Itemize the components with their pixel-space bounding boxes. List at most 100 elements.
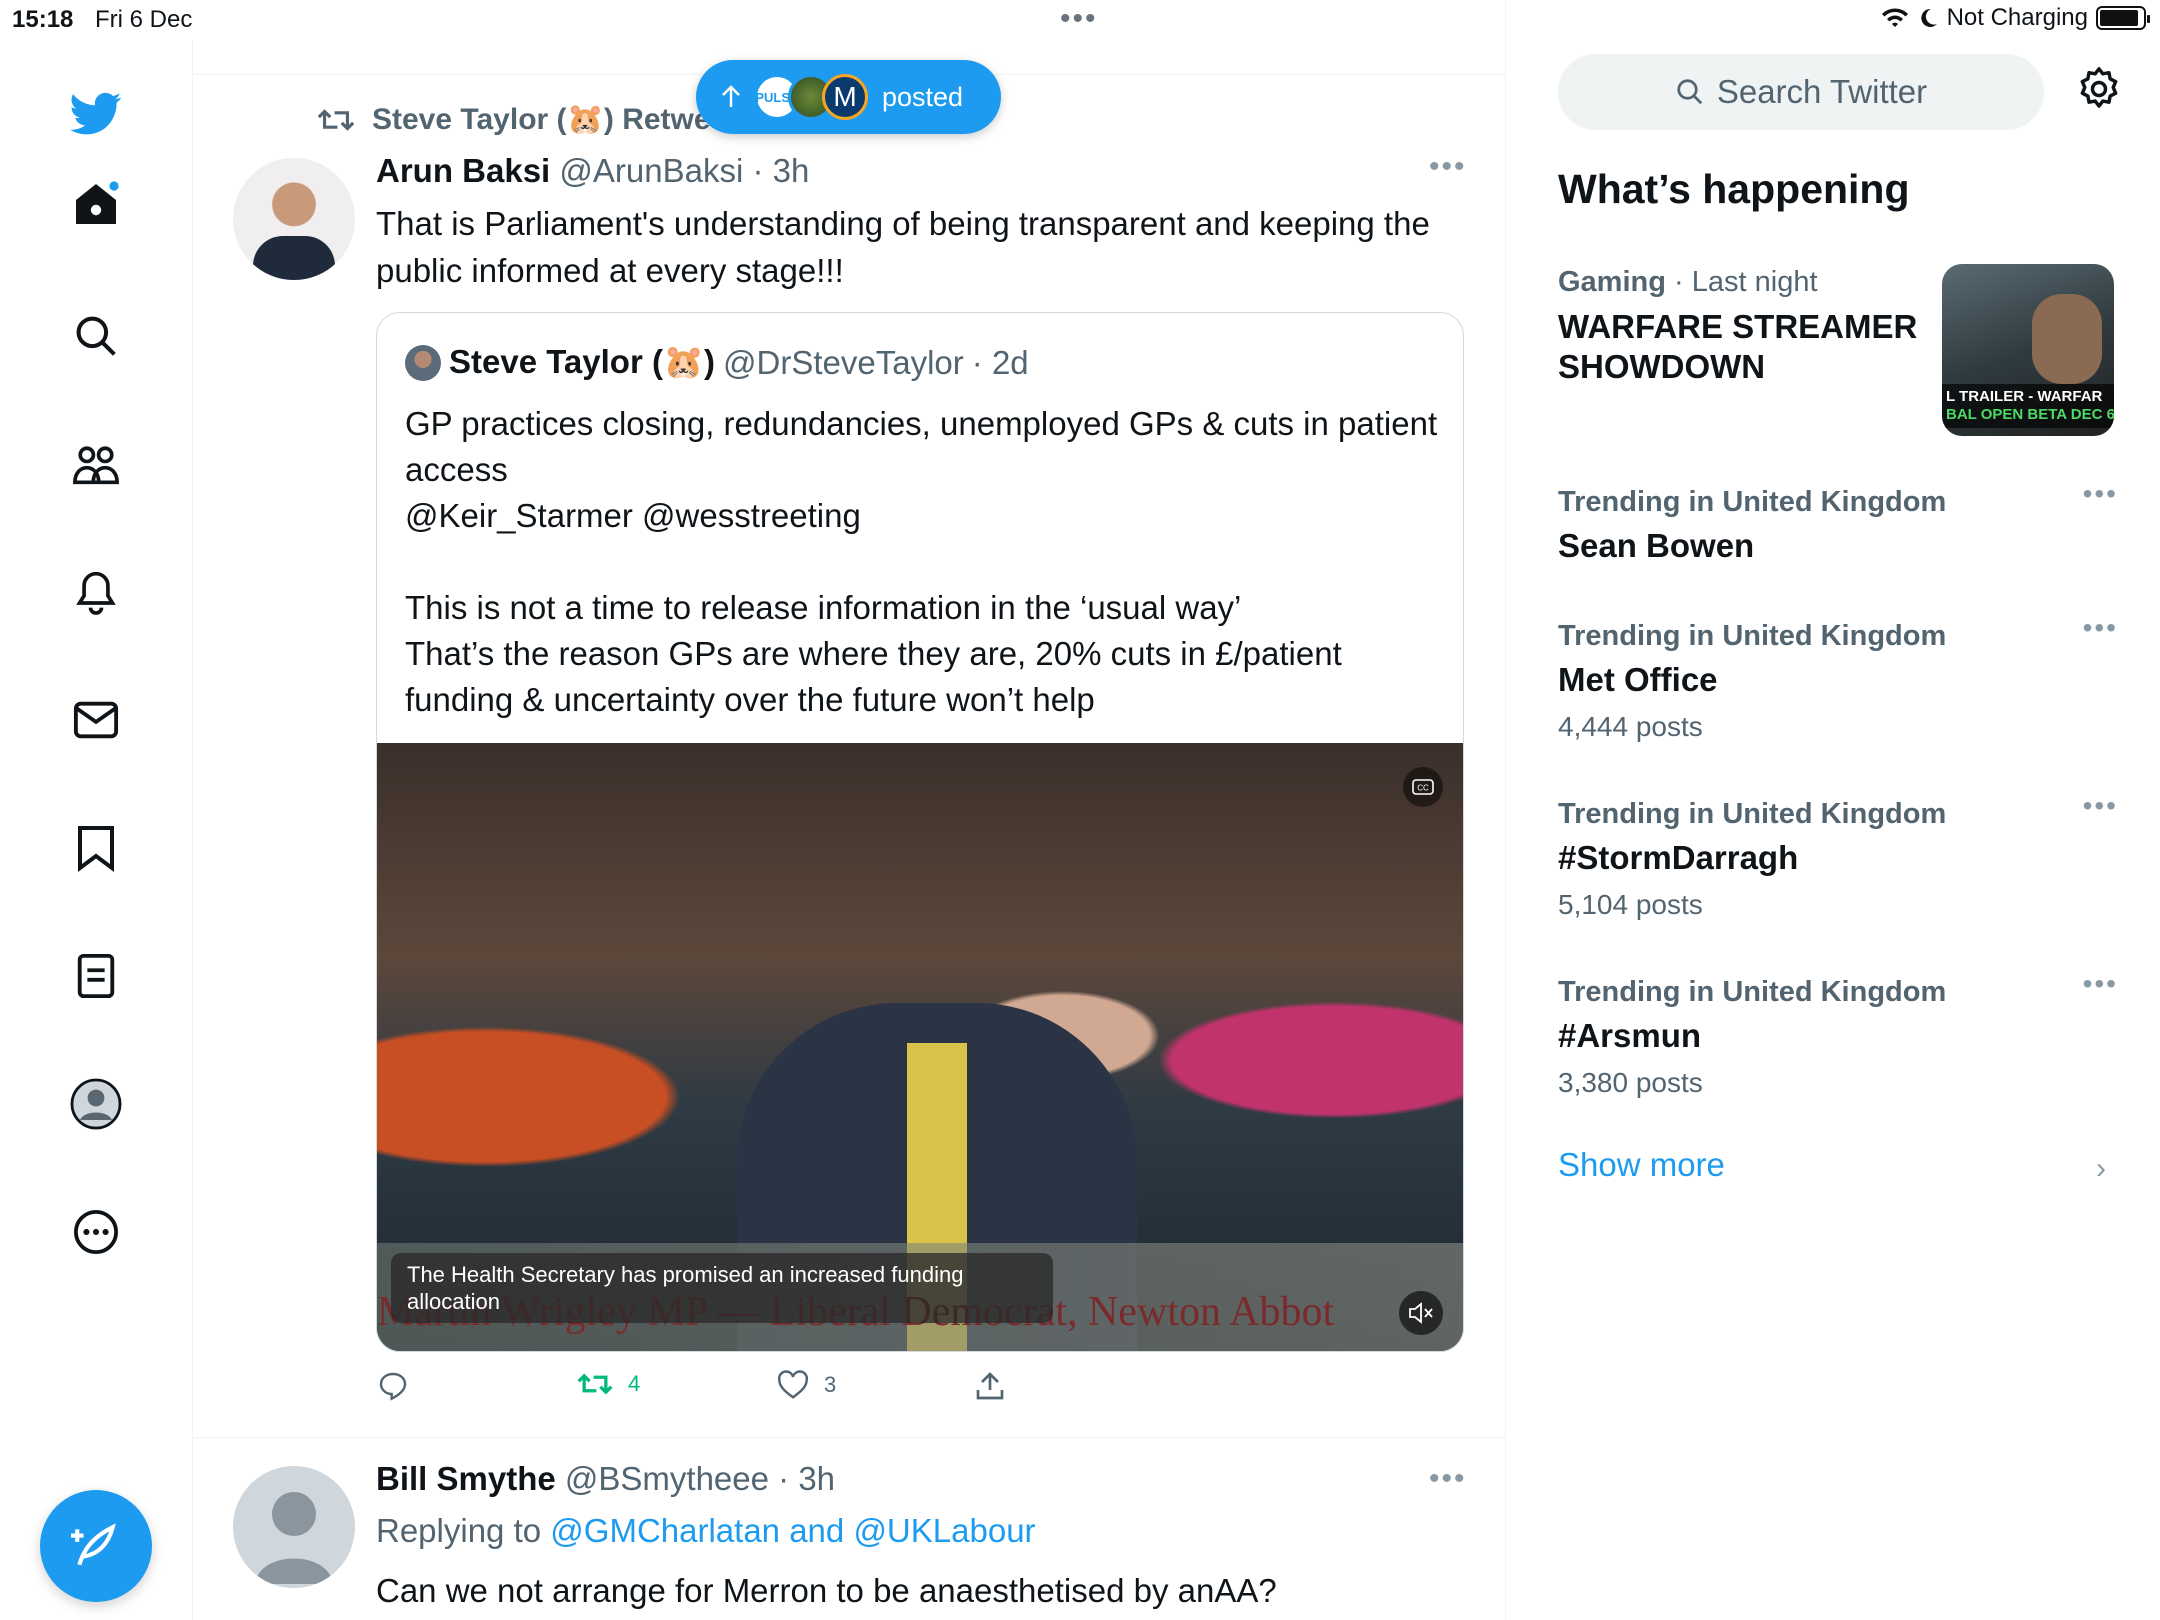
svg-text:CC: CC — [1417, 784, 1429, 793]
gear-icon — [2080, 67, 2118, 108]
more-options-icon[interactable]: ••• — [1429, 150, 1467, 184]
compose-icon — [71, 1523, 116, 1566]
trend-category: Gaming · Last night — [1558, 266, 1928, 299]
communities-icon[interactable] — [70, 438, 122, 490]
trend-post-count: 4,444 posts — [1558, 711, 1703, 742]
quote-header: Steve Taylor (🐹) @DrSteveTaylor · 2d — [405, 343, 1029, 382]
author-handle[interactable]: @ArunBaksi — [559, 152, 743, 189]
retweet-button[interactable]: 4 — [576, 1370, 640, 1398]
more-options-icon[interactable]: ••• — [2083, 612, 2118, 644]
trend-item[interactable]: Trending in United Kingdom Met Office 4,… — [1558, 612, 2118, 743]
like-button[interactable]: 3 — [776, 1370, 836, 1400]
new-posts-pill[interactable]: PULSE M posted — [696, 60, 1001, 134]
author-name[interactable]: Arun Baksi — [376, 152, 550, 189]
trend-post-count: 3,380 posts — [1558, 1067, 1703, 1098]
more-options-icon[interactable]: ••• — [1429, 1462, 1467, 1496]
trend-title: WARFARE STREAMER SHOWDOWN — [1558, 308, 1918, 385]
arrow-up-icon — [722, 85, 740, 107]
closed-captions-icon[interactable]: CC — [1403, 767, 1443, 807]
compose-button[interactable] — [40, 1490, 152, 1602]
trend-category: Trending in United Kingdom — [1558, 620, 1947, 652]
mention-link[interactable]: @UKLabour — [853, 1512, 1035, 1549]
status-right: Not Charging — [1881, 4, 2150, 32]
moon-icon — [1920, 8, 1937, 27]
search-icon[interactable] — [70, 310, 122, 362]
retweet-icon — [577, 1373, 613, 1395]
new-posts-label: posted — [882, 81, 964, 112]
author-name[interactable]: Bill Smythe — [376, 1460, 556, 1497]
logo-icon[interactable] — [70, 88, 122, 140]
quote-tweet[interactable]: Steve Taylor (🐹) @DrSteveTaylor · 2d GP … — [376, 312, 1464, 1352]
trend-image-text: BAL OPEN BETA DEC 6 — [1946, 406, 2114, 423]
messages-icon[interactable] — [70, 694, 122, 746]
avatar[interactable] — [233, 1466, 355, 1588]
search-input[interactable]: Search Twitter — [1558, 54, 2044, 130]
tweet-time[interactable]: · 3h — [778, 1460, 835, 1497]
settings-button[interactable] — [2076, 66, 2122, 117]
bookmarks-icon[interactable] — [70, 822, 122, 874]
trend-time: · Last night — [1674, 266, 1818, 298]
heart-icon — [777, 1370, 809, 1399]
status-time: 15:18 — [12, 6, 74, 33]
replying-and[interactable]: and — [789, 1512, 844, 1549]
notifications-icon[interactable] — [70, 566, 122, 618]
tweet-divider — [193, 1437, 1506, 1438]
more-options-icon[interactable]: ••• — [2083, 790, 2118, 822]
profile-icon[interactable] — [70, 1078, 122, 1130]
charging-status: Not Charging — [1946, 4, 2088, 31]
more-options-icon[interactable]: ••• — [2083, 478, 2118, 510]
share-icon — [976, 1372, 1004, 1400]
tweet-header: Arun Baksi @ArunBaksi · 3h — [376, 152, 809, 190]
trend-item[interactable]: Trending in United Kingdom #StormDarragh… — [1558, 790, 2118, 921]
trend-item[interactable]: Trending in United Kingdom Sean Bowen ••… — [1558, 478, 2118, 565]
mention-link[interactable]: @GMCharlatan — [550, 1512, 780, 1549]
avatar[interactable] — [233, 158, 355, 280]
reply-button[interactable] — [376, 1370, 424, 1402]
mute-icon[interactable] — [1399, 1291, 1443, 1335]
video-caption: The Health Secretary has promised an inc… — [391, 1253, 1053, 1323]
trend-title: #StormDarragh — [1558, 839, 1799, 876]
whats-happening-title: What’s happening — [1558, 166, 1910, 212]
tweet-actions: 4 3 — [376, 1370, 1376, 1414]
trend-image-text: L TRAILER - WARFAR — [1946, 388, 2103, 405]
status-date: Fri 6 Dec — [95, 6, 193, 33]
more-options-icon[interactable]: ••• — [2083, 968, 2118, 1000]
chevron-right-icon[interactable]: › — [2096, 1152, 2106, 1186]
battery-icon — [2096, 6, 2150, 30]
video-player[interactable]: Martin Wrigley MP — Liberal Democrat, Ne… — [377, 743, 1463, 1351]
trend-item[interactable]: Trending in United Kingdom #Arsmun 3,380… — [1558, 968, 2118, 1099]
timeline: PULSE M posted Steve Taylor (🐹) Retweete… — [193, 0, 1506, 1620]
left-navigation — [0, 40, 193, 1620]
search-placeholder: Search Twitter — [1716, 73, 1928, 110]
trend-image[interactable]: L TRAILER - WARFAR BAL OPEN BETA DEC 6 — [1942, 264, 2114, 436]
avatar: M — [822, 74, 868, 120]
right-sidebar: Search Twitter What’s happening Gaming ·… — [1506, 40, 2160, 1620]
author-handle[interactable]: @BSmytheee — [565, 1460, 769, 1497]
home-icon[interactable] — [70, 178, 122, 230]
tweet-text: Can we not arrange for Merron to be anae… — [376, 1572, 1277, 1609]
quote-text: GP practices closing, redundancies, unem… — [405, 405, 1438, 718]
tweet-header: Bill Smythe @BSmytheee · 3h — [376, 1460, 835, 1498]
tweet-time[interactable]: · 3h — [752, 152, 809, 189]
trend-title: Sean Bowen — [1558, 527, 1755, 564]
quote-author-name: Steve Taylor (🐹) — [449, 343, 716, 380]
quote-author-handle: @DrSteveTaylor — [723, 343, 964, 381]
wifi-icon — [1881, 8, 1908, 27]
quote-time: · 2d — [971, 343, 1029, 381]
reply-icon — [379, 1372, 407, 1401]
replying-to-label: Replying to — [376, 1512, 542, 1549]
share-button[interactable] — [974, 1370, 1006, 1402]
trend-item-featured[interactable]: Gaming · Last night WARFARE STREAMER SHO… — [1558, 266, 1928, 387]
trend-image-figure — [2032, 294, 2102, 384]
replying-to: Replying to @GMCharlatan and @UKLabour — [376, 1512, 1036, 1550]
trend-category-name: Gaming — [1558, 266, 1666, 298]
tweet-text: That is Parliament's understanding of be… — [376, 205, 1430, 289]
trend-category: Trending in United Kingdom — [1558, 976, 1947, 1008]
retweet-count: 4 — [628, 1371, 641, 1396]
show-more-link[interactable]: Show more — [1558, 1146, 1725, 1184]
more-icon[interactable] — [70, 1206, 122, 1258]
like-count: 3 — [824, 1372, 837, 1397]
trend-post-count: 5,104 posts — [1558, 889, 1703, 920]
lists-icon[interactable] — [70, 950, 122, 1002]
retweet-icon — [317, 108, 355, 131]
